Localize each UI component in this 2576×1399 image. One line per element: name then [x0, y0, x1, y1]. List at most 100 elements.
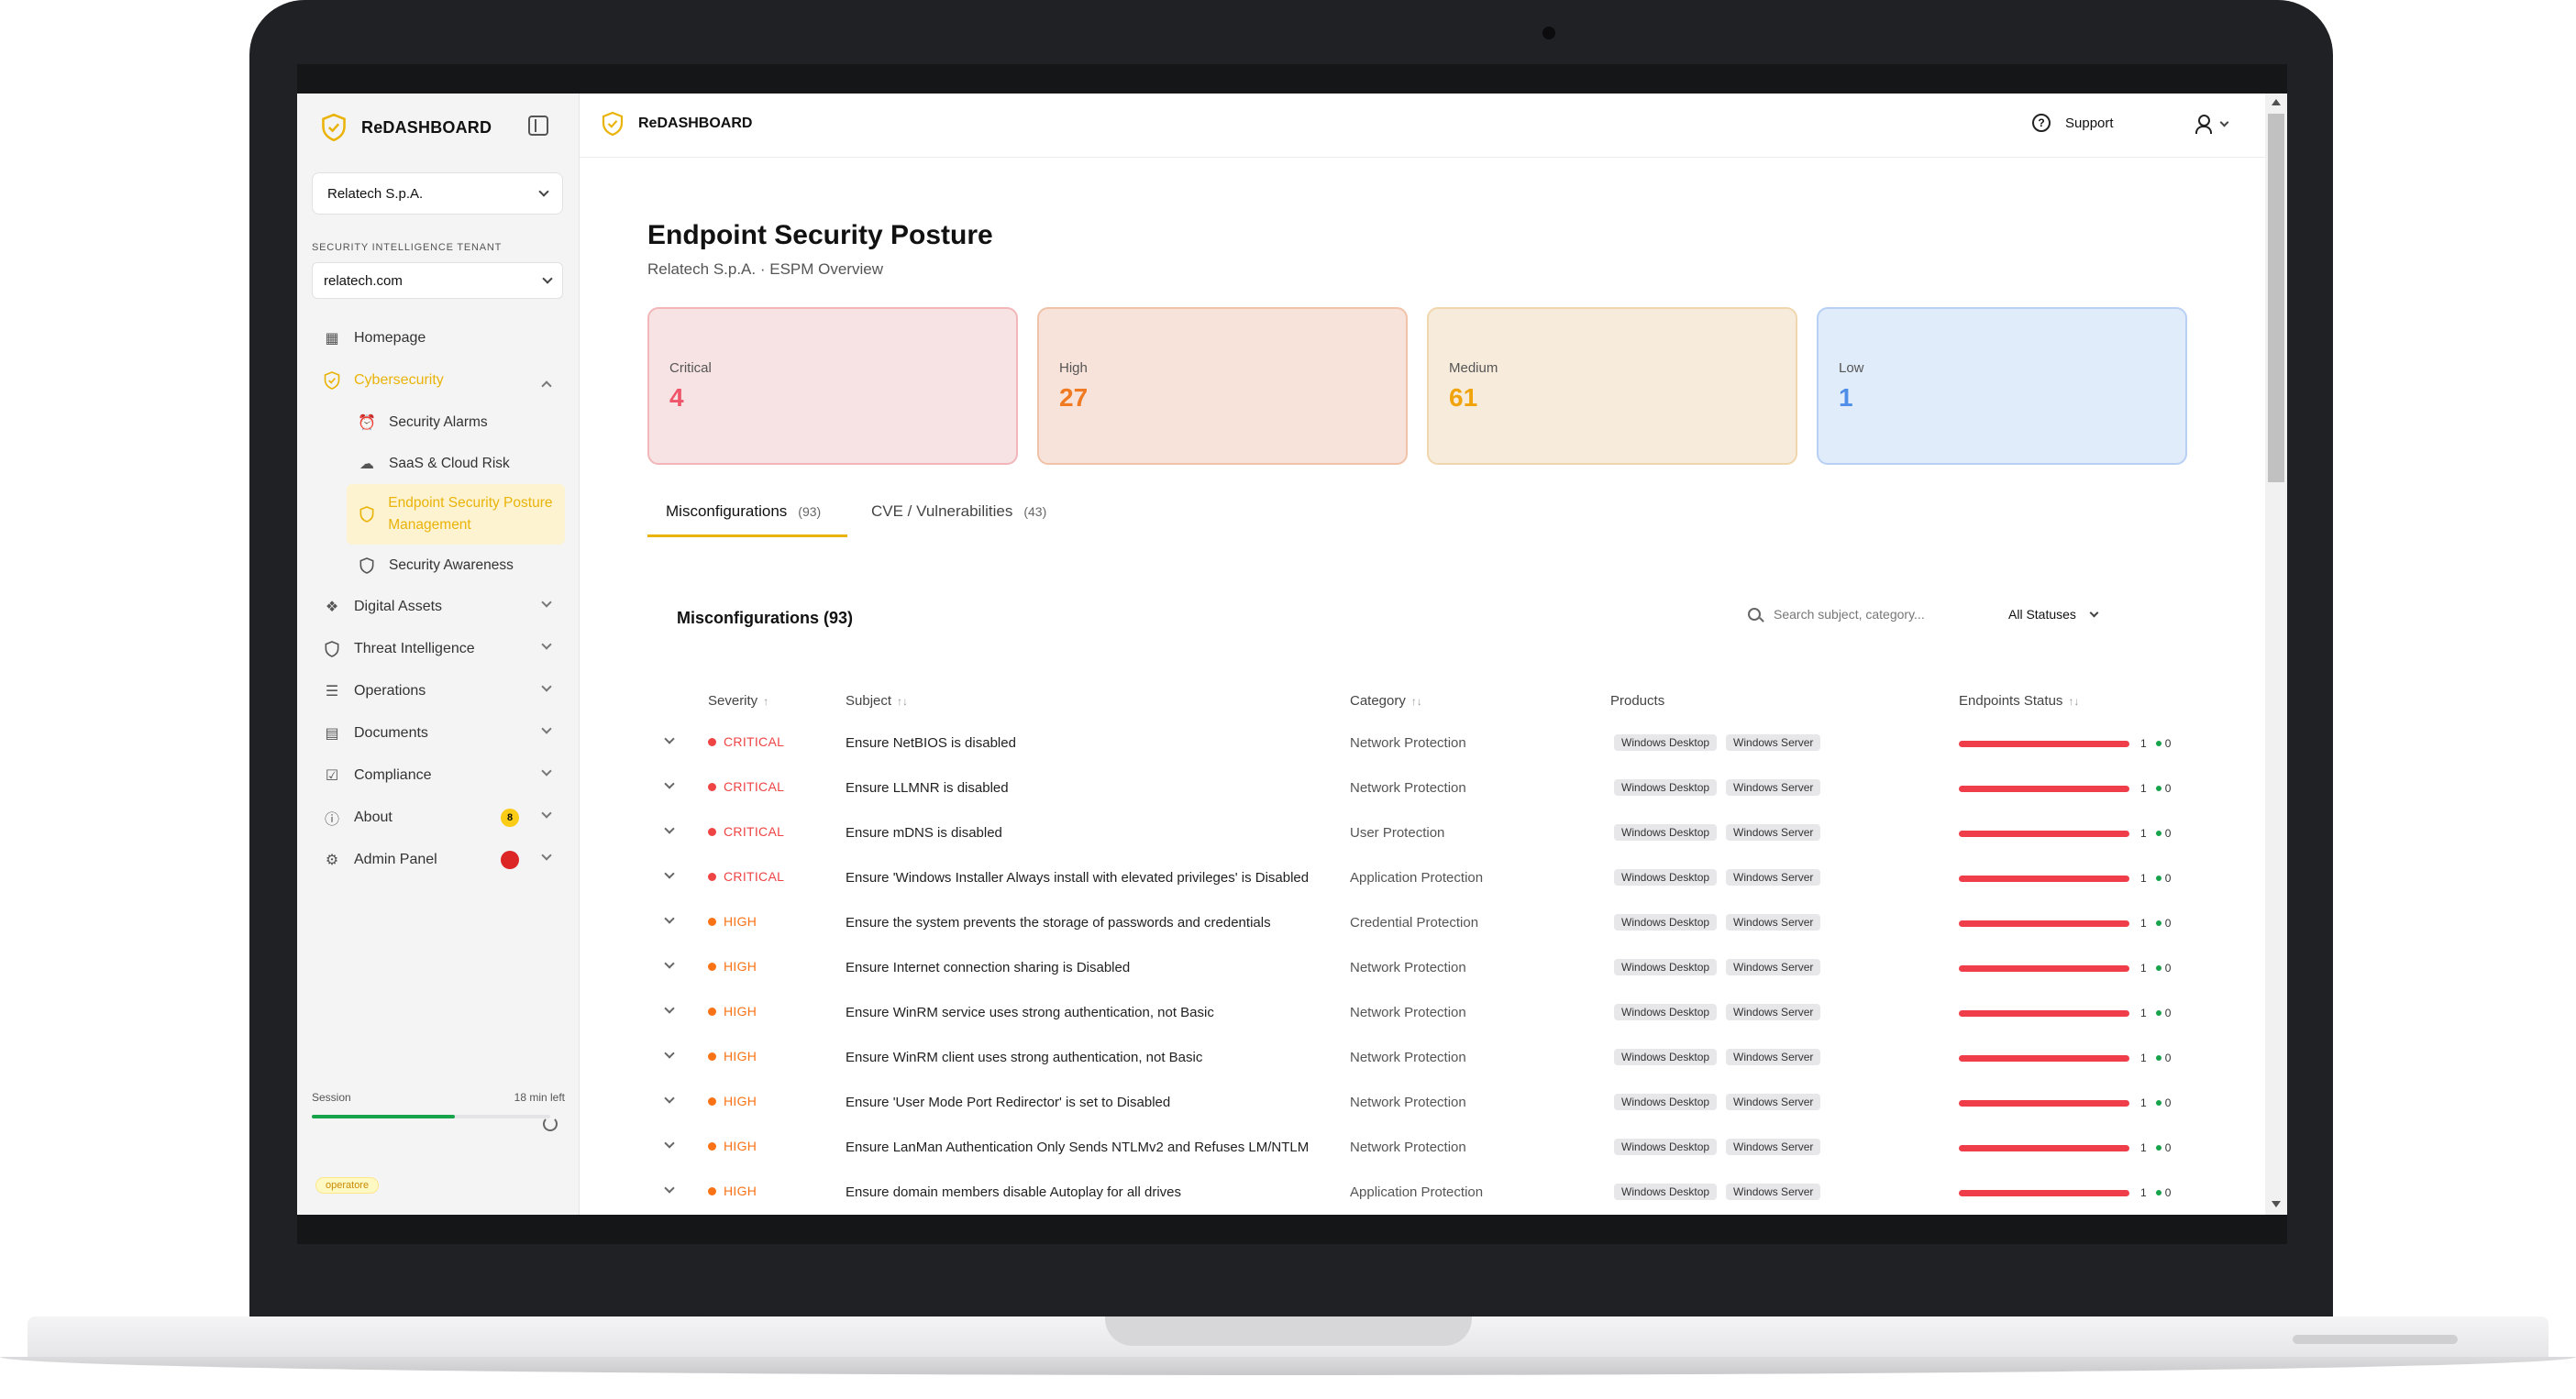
expand-chevron-icon[interactable] [664, 1003, 675, 1014]
severity-badge: CRITICAL [708, 779, 784, 794]
nav-item-homepage[interactable]: ▦ Homepage [312, 317, 565, 359]
user-menu-button[interactable] [2194, 114, 2229, 134]
failing-count: 1 [2140, 1052, 2147, 1064]
column-header-severity[interactable]: Severity ↑ [708, 693, 768, 709]
column-header-endpoints-status[interactable]: Endpoints Status ↑↓ [1959, 693, 2079, 709]
tenant-value: relatech.com [324, 272, 403, 289]
products-cell: Windows Desktop Windows Server [1614, 1184, 1830, 1200]
subject-cell: Ensure NetBIOS is disabled [846, 735, 1016, 751]
nav-item-digital-assets[interactable]: ❖ Digital Assets [312, 586, 565, 628]
nav-item-operations[interactable]: ☰ Operations [312, 670, 565, 712]
expand-chevron-icon[interactable] [664, 1183, 675, 1194]
search-input[interactable]: Search subject, category... [1748, 607, 1925, 622]
nav-item-admin-panel[interactable]: ⚙ Admin Panel [312, 839, 565, 881]
screen: ReDASHBOARD Relatech S.p.A. SECURITY INT… [297, 94, 2287, 1215]
column-header-subject[interactable]: Subject ↑↓ [846, 693, 908, 709]
table-row[interactable]: CRITICAL Ensure NetBIOS is disabled Networ… [647, 733, 2206, 780]
table-row[interactable]: HIGH Ensure 'User Mode Port Redirector' i… [647, 1093, 2206, 1140]
subject-cell: Ensure 'Windows Installer Always install… [846, 870, 1310, 886]
document-icon: ▤ [325, 726, 339, 742]
search-placeholder: Search subject, category... [1774, 607, 1925, 622]
status-filter-dropdown[interactable]: All Statuses [2008, 607, 2099, 622]
card-high[interactable]: High 27 [1037, 307, 1408, 465]
table-row[interactable]: CRITICAL Ensure mDNS is disabled User Prot… [647, 823, 2206, 870]
top-bar: ReDASHBOARD ? Support [580, 94, 2287, 158]
sidebar-collapse-icon[interactable] [528, 116, 548, 136]
sidebar-brand[interactable]: ReDASHBOARD [321, 112, 492, 143]
table-row[interactable]: HIGH Ensure Internet connection sharing i… [647, 958, 2206, 1005]
support-button[interactable]: ? Support [2032, 114, 2114, 132]
product-chip: Windows Desktop [1614, 1139, 1718, 1155]
card-low[interactable]: Low 1 [1817, 307, 2187, 465]
tab-label: CVE / Vulnerabilities [871, 502, 1013, 520]
endpoints-failing-bar [1959, 740, 2129, 747]
tenant-select[interactable]: relatech.com [312, 262, 563, 299]
passing-count: 0 [2164, 782, 2172, 795]
expand-chevron-icon[interactable] [664, 958, 675, 969]
card-label: Low [1839, 360, 1864, 376]
product-chip: Windows Server [1726, 1049, 1821, 1065]
nav-item-security-awareness[interactable]: Security Awareness [347, 545, 565, 586]
nav-item-compliance[interactable]: ☑ Compliance [312, 755, 565, 797]
table-row[interactable]: CRITICAL Ensure 'Windows Installer Always… [647, 868, 2206, 915]
severity-label: CRITICAL [724, 779, 785, 794]
search-icon [1748, 608, 1761, 621]
table-row[interactable]: CRITICAL Ensure LLMNR is disabled Network … [647, 778, 2206, 825]
table-row[interactable]: HIGH Ensure WinRM client uses strong auth… [647, 1048, 2206, 1095]
refresh-icon[interactable] [543, 1117, 558, 1131]
scroll-up-icon[interactable] [2272, 99, 2281, 105]
expand-chevron-icon[interactable] [664, 823, 675, 834]
table-row[interactable]: HIGH Ensure domain members disable Autopl… [647, 1183, 2206, 1215]
chevron-down-icon [541, 681, 552, 692]
topbar-brand[interactable]: ReDASHBOARD [602, 112, 752, 136]
endpoints-failing-bar [1959, 875, 2129, 882]
scroll-down-icon[interactable] [2272, 1201, 2281, 1207]
tab-cve-vulnerabilities[interactable]: CVE / Vulnerabilities (43) [871, 495, 1046, 537]
brand-name: ReDASHBOARD [361, 117, 492, 137]
nav-item-documents[interactable]: ▤ Documents [312, 712, 565, 755]
nav-item-about[interactable]: ⓘ About 8 [312, 797, 565, 839]
nav-item-security-alarms[interactable]: ⏰ Security Alarms [347, 402, 565, 443]
expand-chevron-icon[interactable] [664, 778, 675, 789]
nav-label: About [354, 810, 392, 825]
grid-icon: ▦ [325, 331, 339, 347]
organization-select[interactable]: Relatech S.p.A. [312, 172, 563, 215]
expand-chevron-icon[interactable] [664, 733, 675, 744]
tab-label: Misconfigurations [666, 502, 788, 520]
card-value: 27 [1059, 383, 1089, 412]
table-row[interactable]: HIGH Ensure the system prevents the stora… [647, 913, 2206, 960]
sidebar: ReDASHBOARD Relatech S.p.A. SECURITY INT… [297, 94, 580, 1215]
table-row[interactable]: HIGH Ensure LanMan Authentication Only Se… [647, 1138, 2206, 1184]
camera [1542, 27, 1555, 39]
passing-count: 0 [2164, 1096, 2172, 1109]
chevron-down-icon [2219, 117, 2229, 127]
nav-item-saas-cloud-risk[interactable]: ☁ SaaS & Cloud Risk [347, 443, 565, 484]
nav-item-threat-intelligence[interactable]: Threat Intelligence [312, 628, 565, 670]
nav-item-cybersecurity[interactable]: Cybersecurity [312, 359, 565, 402]
product-chip: Windows Desktop [1614, 1049, 1718, 1065]
card-value: 61 [1449, 383, 1478, 412]
passing-dot [2155, 831, 2161, 836]
nav-item-endpoint-security-posture[interactable]: Endpoint Security Posture Management [347, 484, 565, 545]
expand-chevron-icon[interactable] [664, 913, 675, 924]
expand-chevron-icon[interactable] [664, 1093, 675, 1104]
shield-icon [358, 556, 376, 575]
endpoints-failing-bar [1959, 1189, 2129, 1196]
card-medium[interactable]: Medium 61 [1427, 307, 1797, 465]
expand-chevron-icon[interactable] [664, 1048, 675, 1059]
card-critical[interactable]: Critical 4 [647, 307, 1018, 465]
severity-badge: CRITICAL [708, 824, 784, 839]
subject-cell: Ensure mDNS is disabled [846, 825, 1002, 841]
severity-label: HIGH [724, 914, 757, 929]
organization-value: Relatech S.p.A. [327, 185, 424, 202]
expand-chevron-icon[interactable] [664, 1138, 675, 1149]
expand-chevron-icon[interactable] [664, 868, 675, 879]
vertical-scrollbar[interactable] [2265, 94, 2287, 1215]
product-chip: Windows Server [1726, 1139, 1821, 1155]
products-cell: Windows Desktop Windows Server [1614, 1094, 1830, 1110]
scrollbar-thumb[interactable] [2268, 114, 2284, 482]
tab-misconfigurations[interactable]: Misconfigurations (93) [647, 495, 847, 537]
table-row[interactable]: HIGH Ensure WinRM service uses strong aut… [647, 1003, 2206, 1050]
column-header-category[interactable]: Category ↑↓ [1350, 693, 1422, 709]
severity-badge: HIGH [708, 1094, 757, 1108]
